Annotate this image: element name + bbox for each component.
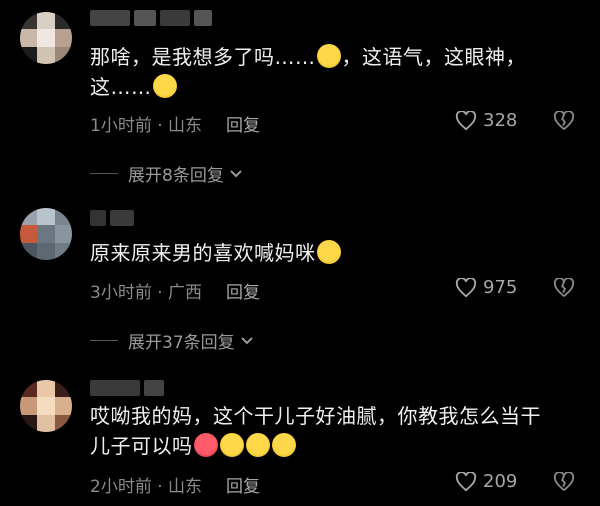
timestamp-location: 1小时前 · 山东 — [90, 116, 203, 136]
comment-meta: 2小时前 · 山东 回复 — [90, 472, 260, 497]
reply-button[interactable]: 回复 — [226, 111, 260, 136]
like-button[interactable]: 975 — [455, 277, 517, 298]
angry-face-emoji-icon — [193, 433, 218, 457]
broken-heart-icon[interactable] — [553, 472, 575, 492]
chevron-down-icon — [240, 336, 253, 344]
laughing-crying-emoji-icon — [245, 433, 270, 457]
timestamp-location: 3小时前 · 广西 — [90, 283, 203, 303]
like-button[interactable]: 209 — [455, 471, 517, 492]
comment-text: 哎呦我的妈，这个干儿子好油腻，你教我怎么当干 儿子可以吗 — [90, 404, 541, 458]
divider-line — [90, 173, 118, 174]
crying-emoji-icon — [316, 44, 341, 68]
laughing-crying-emoji-icon — [316, 240, 341, 264]
comment-text: 原来原来男的喜欢喊妈咪 — [90, 238, 342, 268]
avatar[interactable] — [20, 380, 72, 432]
heart-outline-icon — [455, 110, 477, 130]
username[interactable] — [90, 210, 134, 226]
like-button[interactable]: 328 — [455, 110, 517, 131]
laughing-crying-emoji-icon — [271, 433, 296, 457]
username[interactable] — [90, 380, 164, 396]
like-count: 975 — [483, 277, 518, 298]
like-count: 328 — [483, 110, 518, 131]
comment-meta: 1小时前 · 山东 回复 — [90, 111, 260, 136]
username[interactable] — [90, 10, 212, 26]
divider-line — [90, 340, 118, 341]
chevron-down-icon — [230, 169, 242, 177]
timestamp-location: 2小时前 · 山东 — [90, 477, 203, 497]
expand-replies-button[interactable]: 展开37条回复 — [90, 328, 255, 353]
comment-meta: 3小时前 · 广西 回复 — [90, 278, 260, 303]
comment-text: 那啥，是我想多了吗…… ，这语气，这眼神， 这…… — [90, 44, 526, 99]
reply-button[interactable]: 回复 — [226, 472, 260, 497]
laughing-crying-emoji-icon — [152, 74, 177, 98]
expand-replies-button[interactable]: 展开8条回复 — [90, 161, 244, 186]
heart-outline-icon — [455, 471, 477, 491]
broken-heart-icon[interactable] — [553, 111, 575, 131]
reply-button[interactable]: 回复 — [226, 278, 260, 303]
broken-heart-icon[interactable] — [553, 278, 575, 298]
laughing-crying-emoji-icon — [219, 433, 244, 457]
avatar[interactable] — [20, 12, 72, 64]
like-count: 209 — [483, 471, 518, 492]
avatar[interactable] — [20, 208, 72, 260]
heart-outline-icon — [455, 277, 477, 297]
